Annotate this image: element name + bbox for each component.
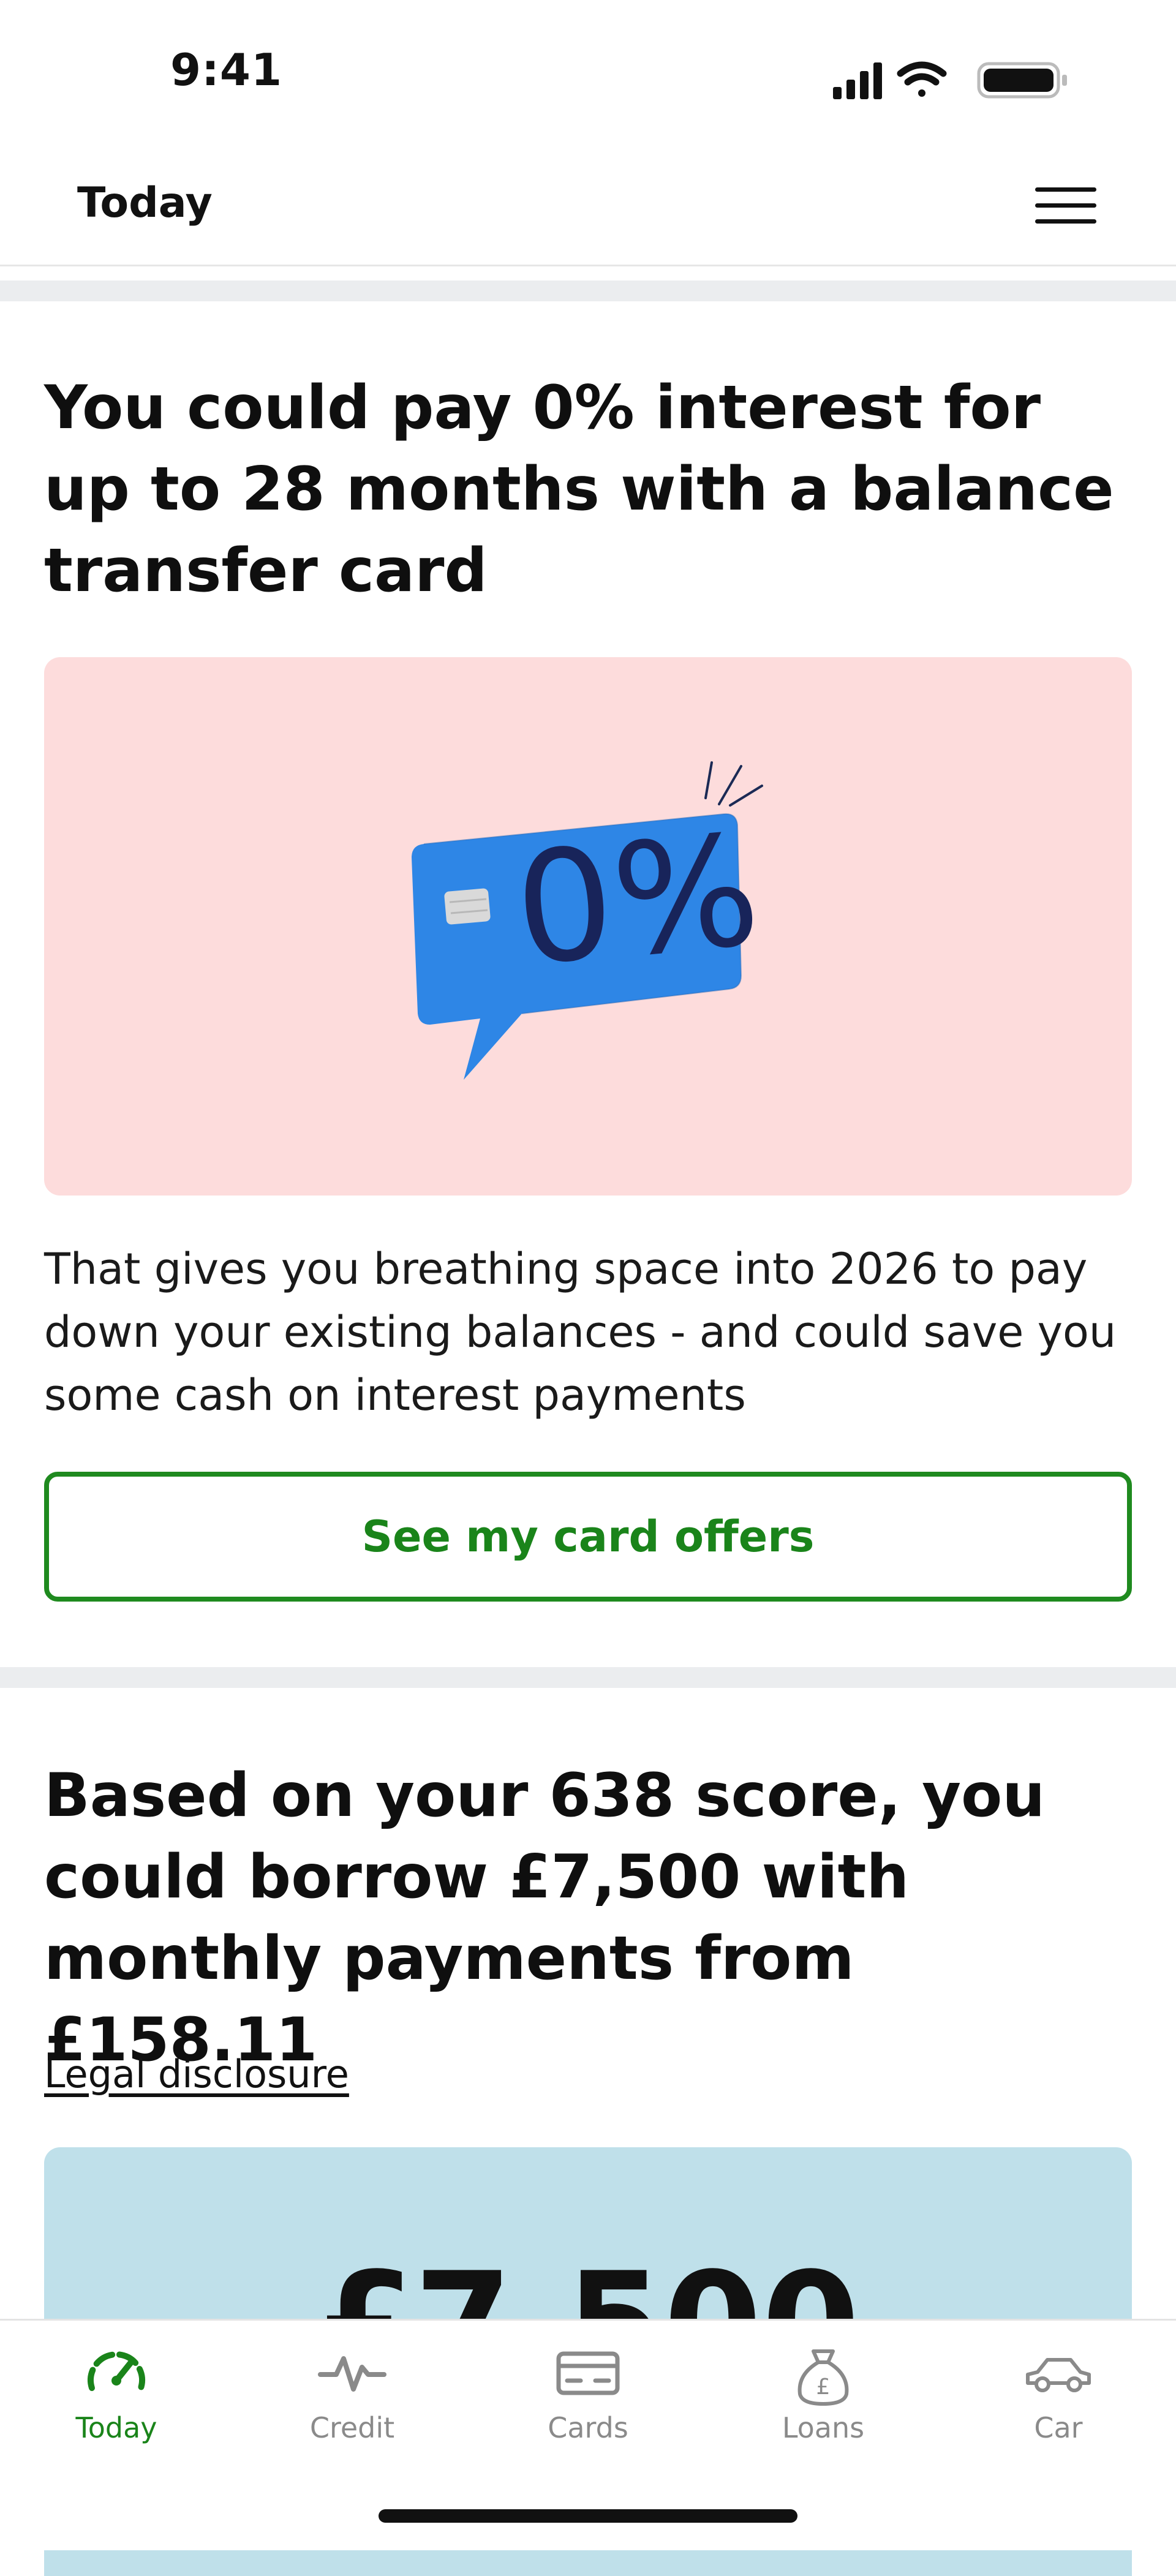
signal-icon [833,62,882,99]
car-icon [1026,2358,1091,2392]
page-title: Today [77,179,213,227]
status-time: 9:41 [170,44,283,96]
svg-text:£: £ [816,2375,831,2400]
section-divider [0,1667,1176,1688]
tab-label: Credit [309,2411,395,2444]
card-illustration: 0% [44,657,1132,1196]
zero-percent-text: 0% [508,800,766,1000]
pulse-icon [318,2356,386,2392]
tab-label: Car [1034,2411,1083,2444]
header-divider [0,265,1176,266]
wifi-icon [897,61,947,97]
tab-loans[interactable]: £ Loans [744,2345,903,2444]
section-divider [0,281,1176,301]
money-bag-icon: £ [797,2349,849,2406]
tab-today[interactable]: Today [37,2345,196,2444]
home-indicator [379,2509,797,2523]
tab-car[interactable]: Car [979,2345,1138,2444]
tab-label: Cards [548,2411,628,2444]
see-card-offers-button[interactable]: See my card offers [44,1472,1132,1602]
card-headline: You could pay 0% interest for up to 28 m… [44,373,1114,606]
battery-icon [977,62,1067,99]
hamburger-menu-icon[interactable] [1035,184,1096,228]
status-icons [833,59,1078,102]
tab-label: Today [75,2411,157,2444]
tab-label: Loans [782,2411,865,2444]
speedometer-icon [88,2351,145,2391]
legal-disclosure-link[interactable]: Legal disclosure [44,2052,349,2096]
tab-credit[interactable]: Credit [273,2345,432,2444]
tab-cards[interactable]: Cards [508,2345,668,2444]
card-body-text: That gives you breathing space into 2026… [44,1244,1117,1420]
card-icon [556,2351,620,2395]
loan-headline: Based on your 638 score, you could borro… [44,1761,1046,2075]
